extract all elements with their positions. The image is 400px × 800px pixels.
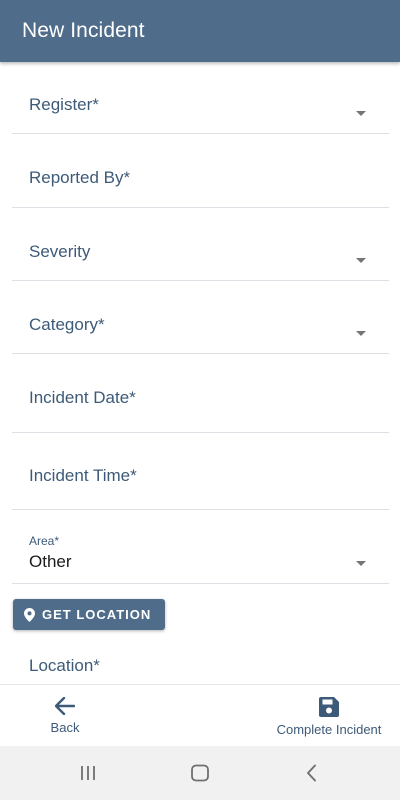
incident-time-field[interactable]: Incident Time*	[12, 433, 389, 510]
reported-by-label: Reported By*	[29, 168, 131, 187]
location-label: Location*	[29, 656, 100, 675]
caret-down-icon	[356, 111, 366, 116]
category-label: Category*	[29, 315, 105, 334]
recent-apps-icon[interactable]	[58, 746, 118, 800]
register-select[interactable]: Register*	[12, 62, 389, 134]
severity-select[interactable]: Severity	[12, 208, 389, 281]
get-location-button[interactable]: GET LOCATION	[13, 599, 165, 630]
save-icon	[319, 697, 339, 717]
location-field[interactable]: Location*	[12, 642, 389, 684]
severity-label: Severity	[29, 242, 91, 261]
caret-down-icon	[356, 331, 366, 336]
get-location-label: GET LOCATION	[42, 607, 152, 622]
back-button[interactable]: Back	[36, 685, 94, 747]
area-select[interactable]: Area* Other	[12, 510, 389, 584]
map-pin-icon	[24, 607, 35, 622]
incident-date-label: Incident Date*	[29, 388, 136, 407]
system-back-icon[interactable]	[282, 746, 342, 800]
complete-incident-button[interactable]: Complete Incident	[266, 685, 392, 747]
arrow-left-icon	[55, 697, 75, 715]
area-label: Area*	[29, 534, 60, 548]
home-icon[interactable]	[170, 746, 230, 800]
incident-time-label: Incident Time*	[29, 466, 137, 485]
area-value: Other	[29, 552, 72, 571]
category-select[interactable]: Category*	[12, 281, 389, 354]
bottom-action-bar: Back Complete Incident	[0, 684, 400, 746]
reported-by-field[interactable]: Reported By*	[12, 134, 389, 208]
back-label: Back	[50, 720, 80, 735]
caret-down-icon	[356, 561, 366, 566]
complete-incident-label: Complete Incident	[276, 722, 382, 737]
incident-date-field[interactable]: Incident Date*	[12, 354, 389, 433]
system-navigation-bar	[0, 746, 400, 800]
app-bar: New Incident	[0, 0, 400, 62]
caret-down-icon	[356, 258, 366, 263]
incident-form: Register* Reported By* Severity Category…	[0, 62, 400, 684]
page-title: New Incident	[22, 19, 145, 42]
register-label: Register*	[29, 95, 99, 114]
